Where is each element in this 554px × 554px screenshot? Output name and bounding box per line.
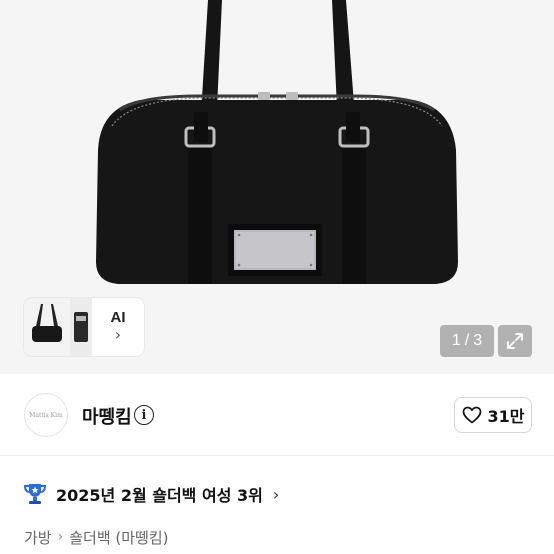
info-icon[interactable]: i	[134, 405, 154, 425]
heart-icon	[462, 406, 481, 424]
chevron-right-icon: ›	[114, 325, 122, 344]
like-button[interactable]: 31만	[454, 397, 532, 433]
avatar[interactable]: Mattis Kim	[24, 393, 68, 437]
shop-name[interactable]: 마뗑킴	[82, 403, 132, 429]
expand-button[interactable]	[498, 325, 532, 357]
breadcrumb-item-subcategory[interactable]: 숄더백 (마뗑킴)	[69, 527, 168, 548]
thumbnail-2[interactable]	[70, 298, 92, 356]
seller-row: Mattis Kim 마뗑킴 i 31만	[0, 375, 554, 455]
ai-thumbnail-button[interactable]: AI ›	[92, 298, 144, 356]
ai-label: AI	[110, 309, 126, 326]
product-image-gallery[interactable]: AI › 1 / 3	[0, 0, 554, 374]
ranking-link[interactable]: 2025년 2월 숄더백 여성 3위 ›	[22, 480, 279, 508]
current-page: 1	[451, 332, 461, 349]
like-count: 31만	[487, 407, 525, 426]
trophy-icon	[23, 484, 47, 504]
breadcrumb-item-category[interactable]: 가방	[24, 527, 52, 548]
ranking-text: 2025년 2월 숄더백 여성 3위	[56, 486, 263, 505]
breadcrumb-separator: ›	[57, 529, 64, 545]
avatar-logo-text: Mattis Kim	[29, 411, 63, 419]
expand-icon	[507, 333, 523, 349]
page-separator: /	[464, 332, 470, 349]
total-pages: 3	[473, 332, 483, 349]
thumbnail-strip[interactable]: AI ›	[24, 298, 144, 356]
image-pager: 1 / 3	[440, 325, 494, 357]
thumbnail-1[interactable]	[24, 298, 70, 356]
chevron-right-icon: ›	[272, 484, 280, 504]
breadcrumb: 가방 › 숄더백 (마뗑킴)	[24, 525, 169, 549]
section-divider	[0, 455, 554, 456]
